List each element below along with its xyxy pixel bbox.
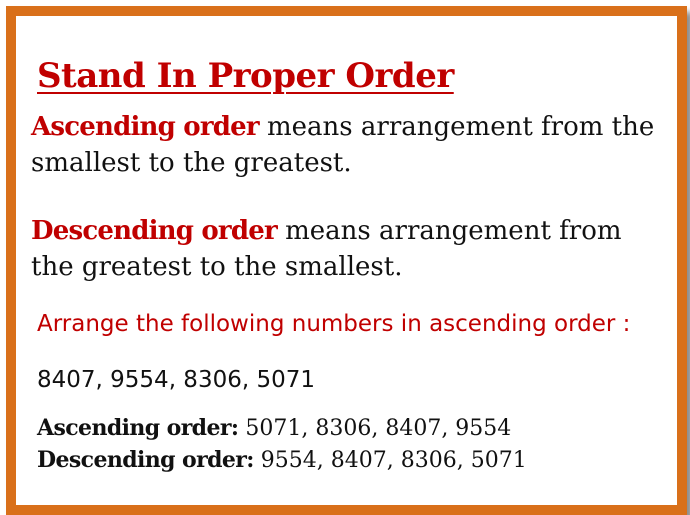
exercise-prompt: Arrange the following numbers in ascendi… [37, 311, 631, 337]
ascending-answer-values: 5071, 8306, 8407, 9554 [238, 416, 512, 441]
slide-title: Stand In Proper Order [37, 56, 454, 96]
descending-term: Descending order [31, 216, 278, 246]
ascending-answer: Ascending order: 5071, 8306, 8407, 9554 [37, 415, 511, 441]
slide-content: Stand In Proper Order Ascending order me… [16, 16, 677, 505]
descending-answer-values: 9554, 8407, 8306, 5071 [253, 448, 527, 473]
descending-answer: Descending order: 9554, 8407, 8306, 5071 [37, 447, 527, 473]
descending-definition: Descending order means arrangement from … [31, 213, 661, 285]
exercise-numbers: 8407, 9554, 8306, 5071 [37, 367, 315, 393]
ascending-answer-label: Ascending order: [37, 415, 239, 441]
ascending-term: Ascending order [31, 112, 260, 142]
slide-frame: Stand In Proper Order Ascending order me… [6, 6, 687, 515]
ascending-definition: Ascending order means arrangement from t… [31, 109, 661, 181]
descending-answer-label: Descending order: [37, 447, 254, 473]
